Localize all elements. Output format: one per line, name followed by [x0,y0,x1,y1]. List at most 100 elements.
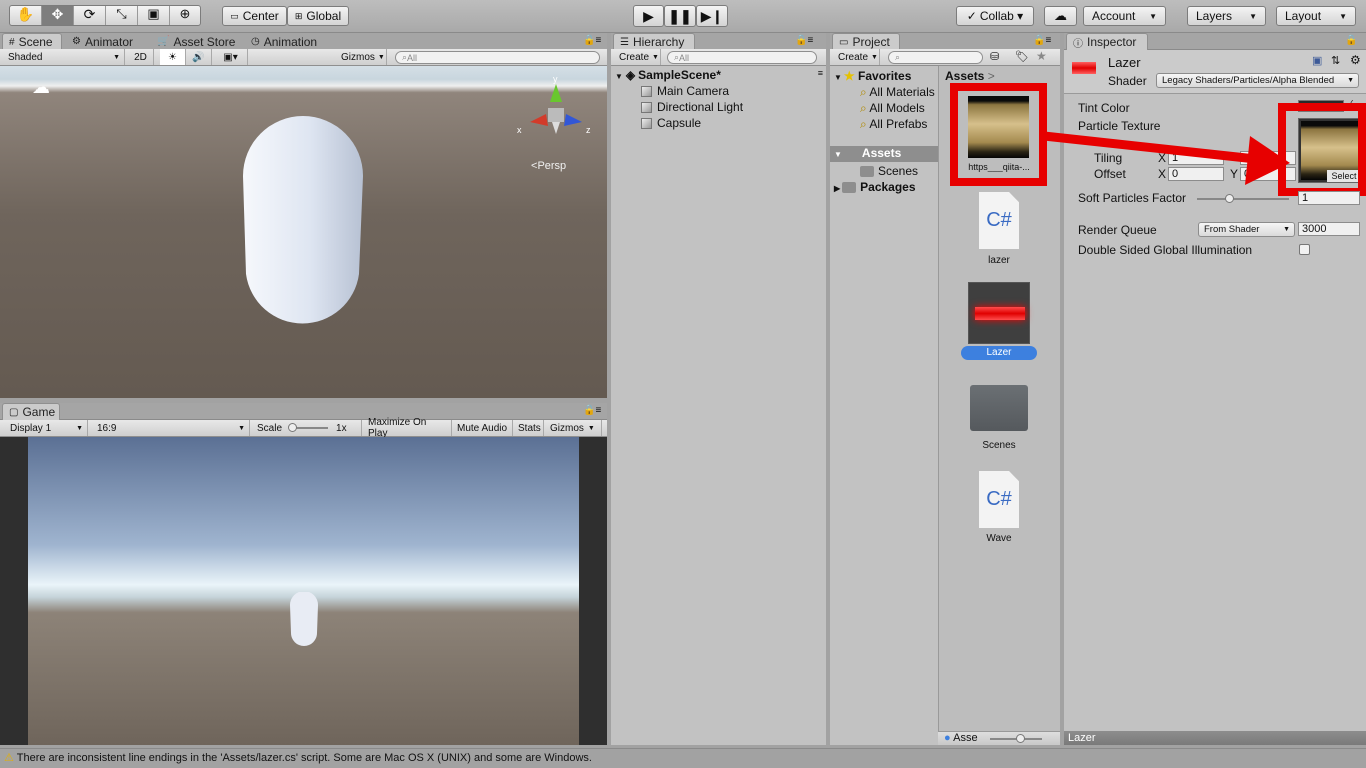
shading-dropdown[interactable]: Shaded ▼ [4,49,125,65]
status-bar[interactable]: ⚠ There are inconsistent line endings in… [0,748,1366,768]
slider-thumb[interactable] [1225,194,1234,203]
tab-game[interactable]: ▢ Game [2,403,60,420]
animator-icon: ⚙ [72,36,81,47]
dropdown-arrow-icon: ▼ [587,424,595,432]
tab-project[interactable]: ▭ Project [832,33,900,50]
scene-gizmos-dropdown[interactable]: Gizmos ▼ [337,49,387,65]
maximize-on-play-toggle[interactable]: Maximize On Play [364,417,452,439]
gear-icon[interactable]: ⚙ [1350,53,1361,67]
tab-scene[interactable]: # Scene [2,33,62,50]
tree-packages[interactable]: ▶ Packages [834,180,916,194]
help-icon[interactable]: ▣ [1312,54,1322,67]
asset-script-wave[interactable]: C# Wave [958,468,1040,548]
transform-tools: ✋ ✥ ⟳ ⤡ ▣ ⊕ [9,5,201,26]
inspector-preview-bar[interactable]: Lazer [1064,731,1366,745]
mode-2d-toggle[interactable]: 2D [128,49,154,65]
tab-hierarchy[interactable]: ☰ Hierarchy [613,33,695,50]
favorite-star-icon[interactable]: ★ [1036,49,1047,63]
hand-tool-icon[interactable]: ✋ [10,6,42,25]
tab-inspector[interactable]: ⓘ Inspector [1066,33,1148,50]
soft-particles-slider[interactable] [1197,194,1289,203]
double-sided-gi-checkbox[interactable] [1299,244,1310,255]
project-create-dropdown[interactable]: Create ▼ [834,49,880,65]
aspect-dropdown[interactable]: 16:9 ▼ [93,420,250,436]
render-queue-dropdown[interactable]: From Shader ▼ [1198,222,1295,237]
move-tool-icon[interactable]: ✥ [42,6,74,25]
hierarchy-create-dropdown[interactable]: Create ▼ [615,49,661,65]
speaker-icon: 🔊 [192,51,205,63]
stats-toggle[interactable]: Stats [514,420,544,436]
row-menu-icon[interactable]: ≡ [818,68,823,78]
scene-search-input[interactable]: ⌕ All [395,51,600,64]
step-button[interactable]: ▶❙ [696,5,728,27]
game-gizmos-dropdown[interactable]: Gizmos ▼ [546,420,602,436]
scale-control[interactable]: Scale 1x [253,420,362,436]
filter-label-icon[interactable]: 🏷 [1015,50,1029,63]
tab-asset-store[interactable]: 🛒 Asset Store [151,33,241,50]
tab-animation[interactable]: ◷ Animation [245,33,323,50]
clock-icon: ◷ [251,36,260,47]
panel-menu-icon[interactable]: 🔒≡ [583,405,601,416]
account-dropdown[interactable]: Account ▼ [1083,6,1166,26]
audio-toggle[interactable]: 🔊 [186,49,212,65]
tree-all-models[interactable]: ⌕ All Models [860,101,925,116]
pause-button[interactable]: ❚❚ [664,5,696,27]
tree-scenes[interactable]: Scenes [860,164,918,178]
filter-type-icon[interactable]: ⛁ [990,50,999,63]
image-icon: ▣▾ [223,51,238,63]
scale-slider[interactable] [288,423,329,432]
preset-icon[interactable]: ⇅ [1331,54,1340,67]
slider-thumb[interactable] [1016,734,1025,743]
icon-size-slider[interactable] [990,734,1042,743]
dropdown-arrow-icon: ▼ [238,424,245,432]
project-search-input[interactable]: ⌕ [888,51,983,64]
tree-all-prefabs[interactable]: ⌕ All Prefabs [860,117,927,132]
tree-all-materials[interactable]: ⌕ All Materials [860,85,935,100]
hierarchy-search-input[interactable]: ⌕ All [667,51,817,64]
rect-tool-icon[interactable]: ▣ [138,6,170,25]
shader-dropdown[interactable]: Legacy Shaders/Particles/Alpha Blended ▼ [1156,73,1359,88]
render-queue-field[interactable]: 3000 [1298,222,1360,236]
panel-menu-icon[interactable]: 🔒≡ [583,35,601,46]
pivot-center-button[interactable]: ▭ Center [222,6,287,26]
rotate-tool-icon[interactable]: ⟳ [74,6,106,25]
tab-animator[interactable]: ⚙ Animator [66,33,139,50]
hierarchy-item-main-camera[interactable]: Main Camera [641,84,729,98]
cloud-button[interactable]: ☁ [1044,6,1077,26]
scale-tool-icon[interactable]: ⤡ [106,6,138,25]
panel-menu-icon[interactable]: 🔒≡ [1033,35,1051,46]
tree-favorites[interactable]: ▼ ★ Favorites [834,69,911,83]
gizmos-label: Gizmos [550,422,584,434]
hierarchy-scene-row[interactable]: ▼ ◈ SampleScene* ≡ [615,68,823,82]
tree-assets[interactable]: ▼ Assets [830,146,938,162]
folder-tab-icon: ▭ [839,36,849,48]
layers-dropdown[interactable]: Layers ▼ [1187,6,1266,26]
mute-audio-toggle[interactable]: Mute Audio [453,420,513,436]
display-dropdown[interactable]: Display 1 ▼ [6,420,88,436]
hierarchy-item-directional-light[interactable]: Directional Light [641,100,743,114]
asset-script-lazer[interactable]: C# lazer [958,188,1040,268]
hierarchy-item-capsule[interactable]: Capsule [641,116,701,130]
game-viewport[interactable] [28,437,579,745]
project-breadcrumb[interactable]: Assets > [945,69,995,83]
effects-dropdown[interactable]: ▣▾ [214,49,248,65]
space-global-button[interactable]: ⊞ Global [287,6,349,26]
asset-folder-scenes[interactable]: Scenes [958,380,1040,454]
pause-icon: ❚❚ [668,7,692,24]
lighting-toggle[interactable]: ☀ [160,49,186,65]
panel-menu-icon[interactable]: 🔒 [1345,35,1357,46]
play-button[interactable]: ▶ [633,5,664,27]
preview-label: Lazer [1068,732,1096,744]
asset-material-lazer[interactable]: Lazer [958,282,1040,362]
collab-label: Collab ▾ [979,9,1024,23]
persp-label[interactable]: <Persp [531,160,566,172]
slider-thumb[interactable] [288,423,298,432]
panel-menu-icon[interactable]: 🔒≡ [795,35,813,46]
layout-dropdown[interactable]: Layout ▼ [1276,6,1356,26]
breadcrumb-arrow-icon: > [987,69,995,83]
soft-particles-field[interactable]: 1 [1298,191,1360,205]
asset-label: Wave [986,533,1012,544]
transform-tool-icon[interactable]: ⊕ [170,6,200,25]
collab-button[interactable]: ✓ Collab ▾ [956,6,1034,26]
scene-orientation-gizmo[interactable] [520,76,592,146]
